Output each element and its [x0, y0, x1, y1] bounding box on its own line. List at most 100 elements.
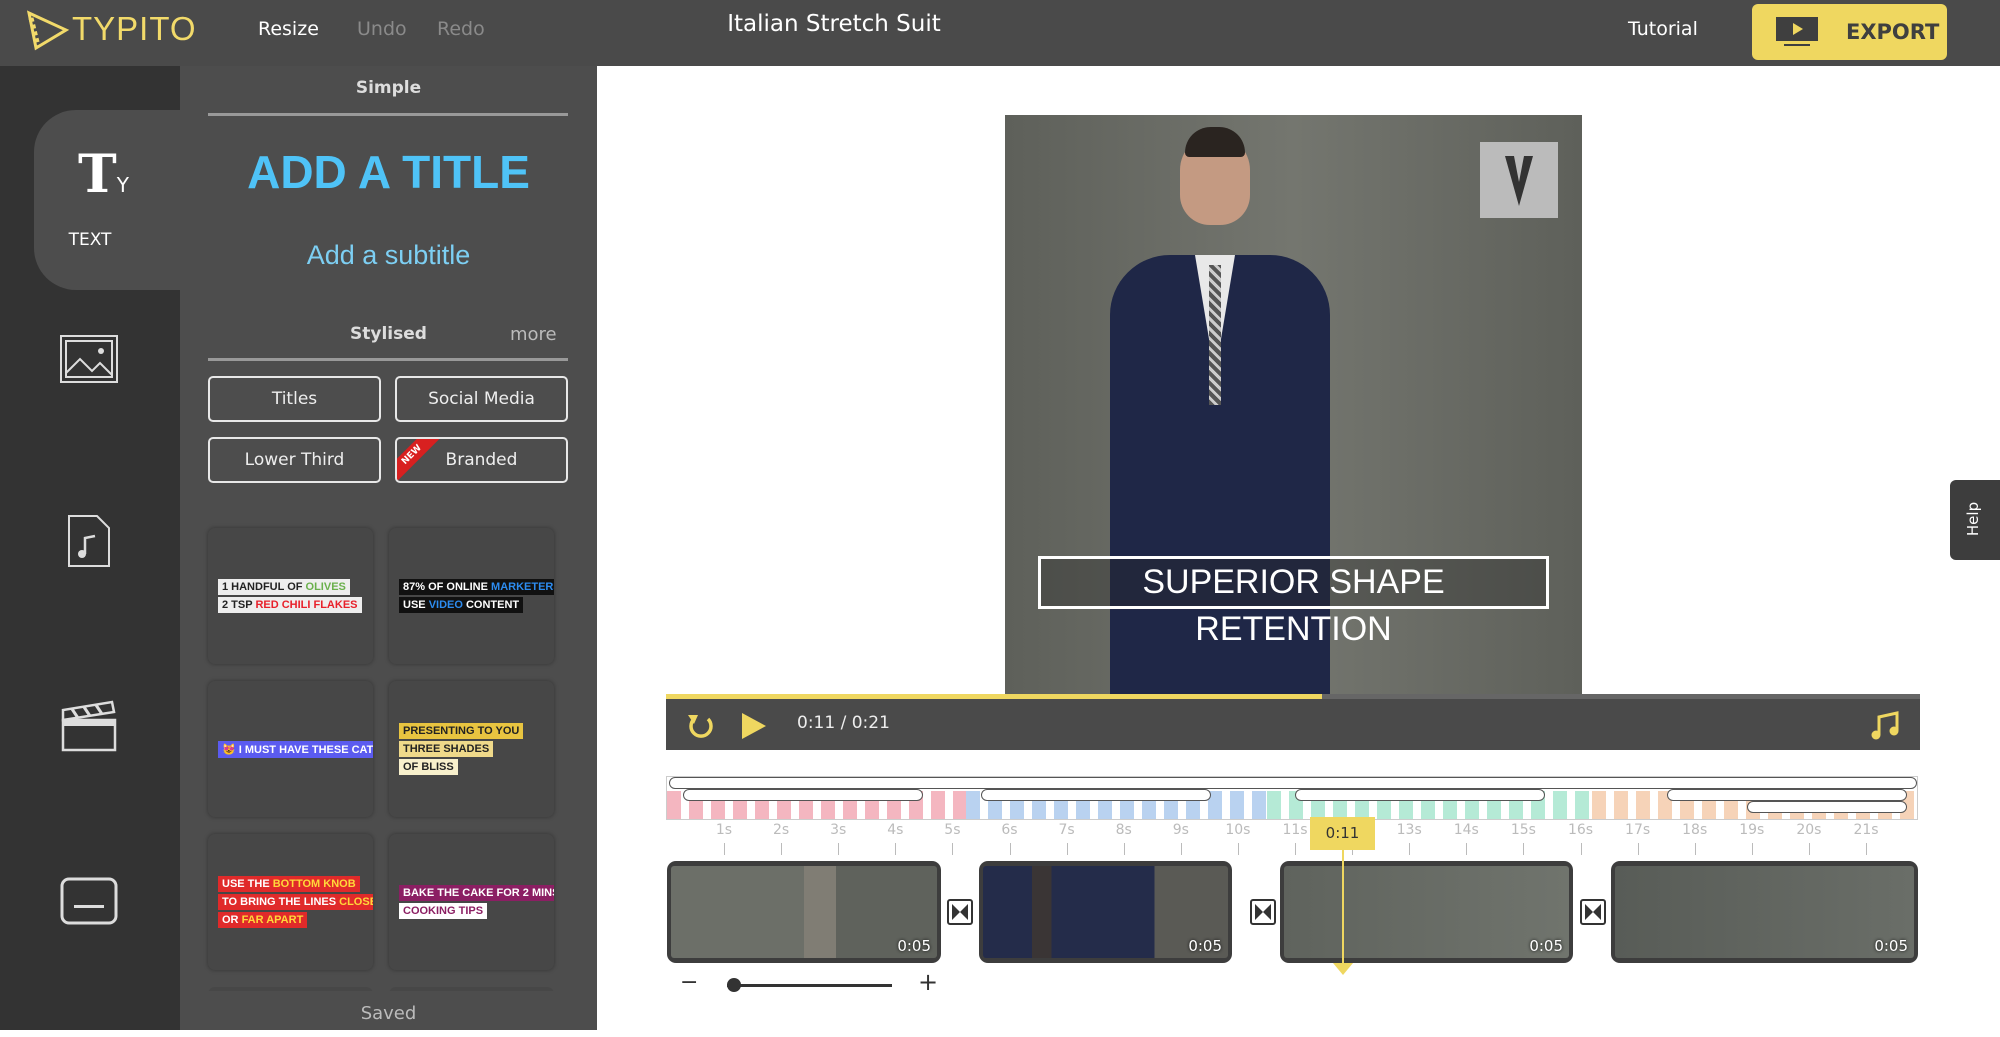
template-card[interactable]: USE THE BOTTOM KNOB TO BRING THE LINES CL…: [208, 834, 373, 970]
undo-button[interactable]: Undo: [357, 18, 407, 40]
saved-status: Saved: [180, 991, 597, 1030]
clip-duration: 0:05: [1188, 937, 1222, 955]
tick-label: 11s: [1282, 822, 1308, 838]
music-icon[interactable]: [1870, 711, 1900, 741]
card-text: THREE SHADES: [403, 743, 490, 755]
tick-mark: [1180, 843, 1182, 855]
transition-icon[interactable]: [1580, 899, 1606, 925]
template-card[interactable]: BAKE THE CAKE FOR 2 MINS COOKING TIPS: [389, 834, 554, 970]
text-layer-bar[interactable]: [669, 777, 1917, 789]
tick-label: 21s: [1853, 822, 1879, 838]
card-text: COOKING TIPS: [403, 905, 484, 917]
logo-text: TYPITO: [72, 10, 197, 47]
zoom-out-button[interactable]: −: [680, 970, 698, 995]
simple-heading: Simple: [355, 78, 422, 98]
card-text: MARKETERS: [491, 581, 554, 593]
template-card[interactable]: 87% OF ONLINE MARKETERS USE VIDEO CONTENT: [389, 528, 554, 664]
zoom-slider[interactable]: [727, 984, 892, 987]
tick-mark: [1295, 843, 1296, 855]
card-text-line: OF BLISS: [399, 759, 458, 775]
card-text: 2 TSP: [222, 599, 256, 611]
export-button[interactable]: EXPORT: [1752, 4, 1947, 60]
tick-label: 9s: [1172, 822, 1189, 838]
category-label: Branded: [445, 450, 518, 470]
card-text: OF BLISS: [403, 761, 454, 773]
redo-button[interactable]: Redo: [437, 18, 485, 40]
card-text: OLIVES: [305, 581, 346, 593]
text-layer-bar[interactable]: [981, 789, 1211, 801]
player-controls: 0:11 / 0:21: [666, 699, 1920, 750]
category-branded[interactable]: NEW Branded: [395, 437, 568, 483]
play-icon[interactable]: [740, 712, 768, 740]
category-lower-third[interactable]: Lower Third: [208, 437, 381, 483]
video-clip[interactable]: 0:05: [667, 861, 941, 963]
rail-item-audio[interactable]: [58, 513, 120, 569]
new-badge: NEW: [397, 439, 443, 481]
tick-label: 19s: [1739, 822, 1765, 838]
playhead-line[interactable]: [1342, 850, 1344, 968]
zoom-in-button[interactable]: +: [918, 968, 938, 996]
card-text: CONTENT: [462, 599, 520, 611]
export-label: EXPORT: [1846, 20, 1940, 44]
template-card[interactable]: PRESENTING TO YOU THREE SHADES OF BLISS: [389, 681, 554, 817]
clip-duration: 0:05: [1529, 937, 1563, 955]
zoom-slider-handle[interactable]: [727, 978, 741, 992]
card-text-line: OR FAR APART: [218, 912, 308, 928]
text-layer-bar[interactable]: [1295, 789, 1545, 801]
template-card[interactable]: 😻 I MUST HAVE THESE CAT BUTT COSTERS! 😻: [208, 681, 373, 817]
category-titles[interactable]: Titles: [208, 376, 381, 422]
card-text-line: BAKE THE CAKE FOR 2 MINS: [399, 885, 554, 901]
video-clip[interactable]: 0:05: [1280, 861, 1573, 963]
video-clip[interactable]: 0:05: [979, 861, 1232, 963]
caption-overlay[interactable]: SUPERIOR SHAPE RETENTION: [1038, 556, 1549, 648]
tick-label: 14s: [1453, 822, 1479, 838]
current-time: 0:11: [797, 713, 836, 733]
rail-item-image[interactable]: [58, 334, 120, 384]
card-text: 1 HANDFUL OF: [222, 581, 306, 593]
card-text: PRESENTING TO YOU: [403, 725, 520, 737]
card-text: BAKE THE CAKE FOR 2 MINS: [403, 887, 554, 899]
transition-icon[interactable]: [947, 899, 973, 925]
tick-mark: [1637, 843, 1639, 855]
rail-item-text[interactable]: TY TEXT: [34, 110, 180, 290]
rail-item-video[interactable]: [58, 696, 120, 752]
clip-duration: 0:05: [1874, 937, 1908, 955]
tick-label: 20s: [1796, 822, 1822, 838]
resize-button[interactable]: Resize: [258, 18, 319, 40]
add-subtitle-preset[interactable]: Add a subtitle: [180, 240, 597, 271]
video-clip[interactable]: 0:05: [1611, 861, 1918, 963]
tick-label: 16s: [1567, 822, 1594, 838]
tick-mark: [1009, 843, 1011, 855]
caption-icon: [60, 877, 118, 925]
text-layer-bar[interactable]: [1747, 801, 1907, 813]
playhead-marker-icon[interactable]: [1333, 963, 1353, 975]
category-social-media[interactable]: Social Media: [395, 376, 568, 422]
tutorial-button[interactable]: Tutorial: [1628, 18, 1698, 40]
add-title-preset[interactable]: ADD A TITLE: [180, 145, 597, 199]
project-title[interactable]: Italian Stretch Suit: [634, 11, 1034, 37]
card-text-line: PRESENTING TO YOU: [399, 723, 524, 739]
card-text: USE THE: [222, 878, 273, 890]
tick-mark: [1237, 843, 1239, 855]
rail-item-captions[interactable]: [58, 876, 120, 926]
tick-label: 7s: [1058, 822, 1075, 838]
help-tab[interactable]: Help: [1950, 480, 2000, 560]
tick-label: 2s: [772, 822, 790, 838]
tie: [1209, 265, 1221, 405]
help-label: Help: [1964, 501, 1983, 537]
text-layer-bar[interactable]: [683, 789, 923, 801]
transition-icon[interactable]: [1250, 899, 1276, 925]
text-layer-bar[interactable]: [1667, 789, 1907, 801]
template-card[interactable]: 1 HANDFUL OF OLIVES 2 TSP RED CHILI FLAKE…: [208, 528, 373, 664]
replay-icon[interactable]: [686, 711, 716, 741]
tick-label: 3s: [830, 822, 847, 838]
timeline-track[interactable]: [666, 776, 1918, 820]
tick-mark: [1466, 843, 1468, 855]
tick-mark: [1866, 843, 1867, 855]
playhead-label[interactable]: 0:11: [1310, 817, 1375, 850]
video-preview[interactable]: SUPERIOR SHAPE RETENTION: [1005, 115, 1582, 695]
tick-label: 1s: [715, 822, 733, 838]
more-link[interactable]: more: [510, 324, 557, 345]
card-text: FAR APART: [241, 914, 304, 926]
card-text: 87% OF ONLINE: [403, 581, 492, 593]
